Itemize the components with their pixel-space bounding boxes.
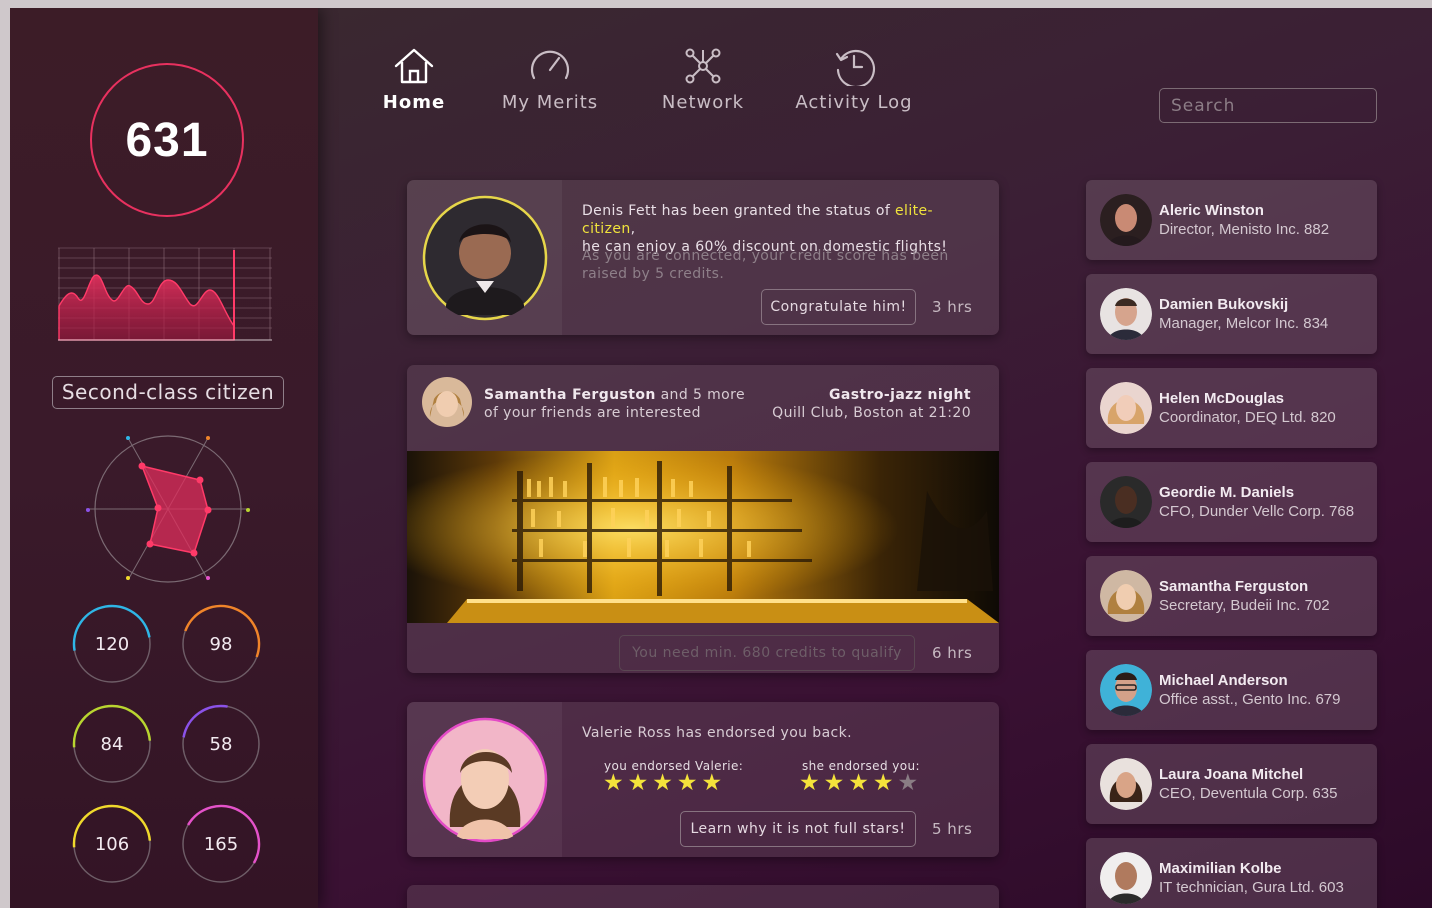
post-note: As you are connected, your credit score … bbox=[582, 248, 949, 264]
metric-ring: 106 bbox=[72, 804, 152, 884]
feed-card bbox=[407, 885, 999, 908]
star-icon: ★ bbox=[652, 770, 677, 796]
star-icon: ★ bbox=[627, 770, 653, 796]
nav-my-merits[interactable]: My Merits bbox=[498, 46, 602, 113]
avatar bbox=[1100, 194, 1152, 246]
nav-activity-log[interactable]: Activity Log bbox=[794, 46, 914, 113]
event-title[interactable]: Gastro-jazz night bbox=[829, 387, 971, 403]
contact-role: CFO, Dunder Vellc Corp. 768 bbox=[1159, 503, 1355, 520]
contact-role: Director, Menisto Inc. 882 bbox=[1159, 221, 1330, 238]
history-icon bbox=[835, 49, 876, 86]
contact-role: CEO, Deventula Corp. 635 bbox=[1159, 785, 1338, 802]
contact-name: Damien Bukovskij bbox=[1159, 296, 1289, 313]
contact-card[interactable]: Damien Bukovskij Manager, Melcor Inc. 83… bbox=[1086, 274, 1377, 354]
metric-value: 98 bbox=[209, 633, 233, 655]
gauge-icon bbox=[530, 50, 570, 80]
feed-card-endorsement: Valerie Ross has endorsed you back. you … bbox=[407, 702, 999, 857]
feed-card-event: Samantha Ferguston and 5 more of your fr… bbox=[407, 365, 999, 673]
nav-home[interactable]: Home bbox=[376, 46, 452, 113]
event-photo bbox=[407, 451, 999, 623]
home-icon bbox=[394, 48, 434, 84]
post-text: Valerie Ross has endorsed you back. bbox=[582, 725, 853, 741]
nav-network[interactable]: Network bbox=[658, 46, 748, 113]
feed-card-status: Denis Fett has been granted the status o… bbox=[407, 180, 999, 335]
metric-value: 120 bbox=[94, 633, 130, 655]
metric-ring: 84 bbox=[72, 704, 152, 784]
avatar bbox=[1100, 852, 1152, 904]
friend-name[interactable]: Samantha Ferguston bbox=[484, 387, 656, 403]
avatar bbox=[1100, 476, 1152, 528]
avatar[interactable] bbox=[422, 377, 472, 427]
metric-ring: 165 bbox=[181, 804, 261, 884]
metric-value: 84 bbox=[100, 733, 124, 755]
avatar bbox=[1100, 664, 1152, 716]
metric-value: 58 bbox=[209, 733, 233, 755]
contact-card[interactable]: Helen McDouglas Coordinator, DEQ Ltd. 82… bbox=[1086, 368, 1377, 448]
search-input[interactable] bbox=[1159, 88, 1377, 123]
post-time: 5 hrs bbox=[932, 820, 973, 838]
event-place: Quill Club, Boston at 21:20 bbox=[772, 405, 971, 421]
post-time: 3 hrs bbox=[932, 298, 973, 316]
learn-why-button[interactable]: Learn why it is not full stars! bbox=[680, 811, 916, 847]
contact-card[interactable]: Maximilian Kolbe IT technician, Gura Ltd… bbox=[1086, 838, 1377, 908]
metric-ring: 98 bbox=[181, 604, 261, 684]
app-window: 631 Second-class citizen 120 98 84 58 10… bbox=[10, 8, 1432, 908]
score-history-chart bbox=[58, 247, 272, 341]
post-time: 6 hrs bbox=[932, 644, 973, 662]
metric-value: 106 bbox=[94, 833, 130, 855]
you-endorsed-stars: ★★★★★ bbox=[603, 770, 726, 796]
contact-role: Manager, Melcor Inc. 834 bbox=[1159, 315, 1329, 332]
score-sidebar: 631 Second-class citizen 120 98 84 58 10… bbox=[10, 8, 318, 908]
metric-ring: 120 bbox=[72, 604, 152, 684]
metric-ring: 58 bbox=[181, 704, 261, 784]
contact-role: Office asst., Gento Inc. 679 bbox=[1159, 691, 1341, 708]
star-icon: ★ bbox=[848, 770, 873, 796]
avatar bbox=[1100, 570, 1152, 622]
nav-network-label: Network bbox=[661, 92, 745, 113]
contact-card[interactable]: Geordie M. Daniels CFO, Dunder Vellc Cor… bbox=[1086, 462, 1377, 542]
she-endorsed-stars: ★★★★★ bbox=[799, 770, 922, 796]
nav-my-merits-label: My Merits bbox=[501, 92, 599, 113]
star-icon: ★ bbox=[897, 770, 923, 796]
contact-card[interactable]: Michael Anderson Office asst., Gento Inc… bbox=[1086, 650, 1377, 730]
contact-name: Samantha Ferguston bbox=[1159, 578, 1309, 595]
avatar bbox=[1100, 382, 1152, 434]
metric-value: 165 bbox=[203, 833, 239, 855]
avatar bbox=[1100, 288, 1152, 340]
star-icon: ★ bbox=[603, 770, 628, 796]
radar-chart bbox=[86, 435, 250, 583]
avatar[interactable] bbox=[422, 195, 548, 321]
star-icon: ★ bbox=[701, 770, 727, 796]
post-note-line2: raised by 5 credits. bbox=[582, 266, 725, 282]
credit-score: 631 bbox=[90, 63, 244, 217]
contact-name: Maximilian Kolbe bbox=[1159, 860, 1282, 877]
nav-activity-log-label: Activity Log bbox=[795, 92, 913, 113]
congratulate-button[interactable]: Congratulate him! bbox=[761, 289, 916, 325]
star-icon: ★ bbox=[872, 770, 898, 796]
contact-role: Secretary, Budeii Inc. 702 bbox=[1159, 597, 1330, 614]
network-icon bbox=[685, 48, 721, 84]
star-icon: ★ bbox=[676, 770, 702, 796]
nav-home-label: Home bbox=[382, 92, 446, 113]
contact-card[interactable]: Aleric Winston Director, Menisto Inc. 88… bbox=[1086, 180, 1377, 260]
citizen-status-badge: Second-class citizen bbox=[52, 376, 284, 409]
contact-name: Geordie M. Daniels bbox=[1159, 484, 1295, 501]
avatar bbox=[1100, 758, 1152, 810]
contact-role: Coordinator, DEQ Ltd. 820 bbox=[1159, 409, 1336, 426]
star-icon: ★ bbox=[823, 770, 849, 796]
contact-role: IT technician, Gura Ltd. 603 bbox=[1159, 879, 1344, 896]
contact-name: Helen McDouglas bbox=[1159, 390, 1285, 407]
avatar[interactable] bbox=[422, 717, 548, 843]
star-icon: ★ bbox=[799, 770, 824, 796]
contact-card[interactable]: Laura Joana Mitchel CEO, Deventula Corp.… bbox=[1086, 744, 1377, 824]
qualify-button[interactable]: You need min. 680 credits to qualify bbox=[619, 635, 915, 671]
contact-name: Aleric Winston bbox=[1159, 202, 1264, 219]
post-text: Denis Fett has been granted the status o… bbox=[582, 203, 896, 219]
contact-card[interactable]: Samantha Ferguston Secretary, Budeii Inc… bbox=[1086, 556, 1377, 636]
contact-name: Laura Joana Mitchel bbox=[1159, 766, 1304, 783]
contact-name: Michael Anderson bbox=[1159, 672, 1288, 689]
